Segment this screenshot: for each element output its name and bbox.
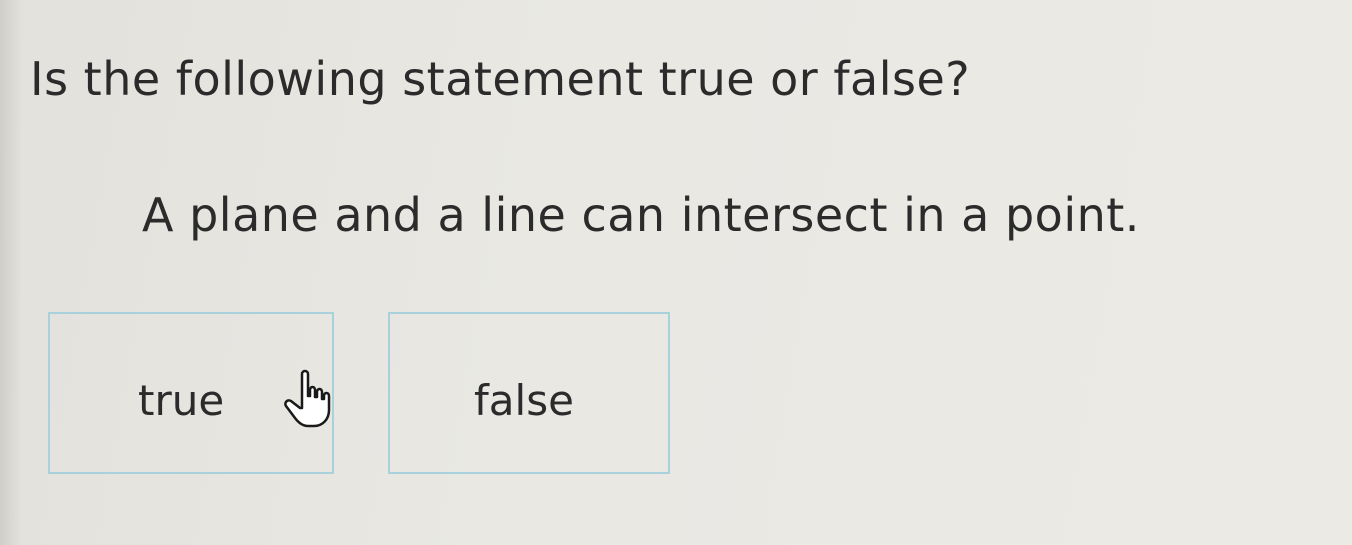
true-choice-button[interactable]: true: [48, 312, 334, 474]
question-prompt: Is the following statement true or false…: [30, 52, 971, 106]
true-choice-label: true: [138, 376, 225, 425]
false-choice-button[interactable]: false: [388, 312, 670, 474]
false-choice-label: false: [474, 376, 574, 425]
screen-edge-shadow: [0, 0, 22, 545]
statement-text: A plane and a line can intersect in a po…: [142, 188, 1140, 242]
hand-pointer-icon: [284, 369, 331, 428]
